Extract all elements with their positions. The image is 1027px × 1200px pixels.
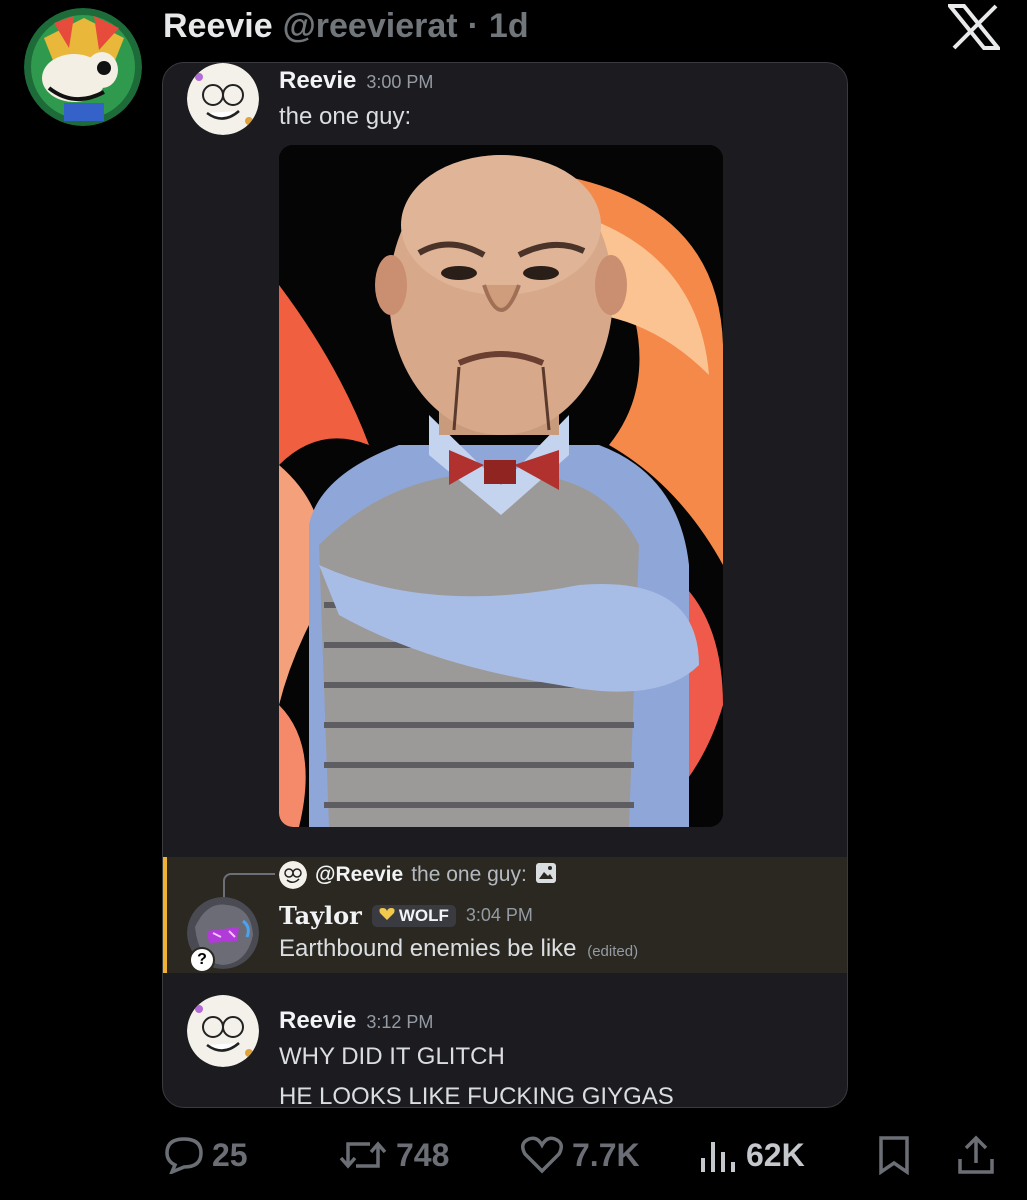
author-display-name[interactable]: Reevie: [163, 7, 273, 46]
repost-icon: [338, 1136, 388, 1174]
share-button[interactable]: [956, 1130, 996, 1180]
message-header: Reevie 3:00 PM: [279, 67, 433, 95]
message-timestamp: 3:12 PM: [366, 1012, 434, 1032]
reevie-avatar: [187, 63, 259, 135]
like-button[interactable]: 7.7K: [520, 1130, 640, 1180]
repost-count: 748: [396, 1136, 450, 1173]
reply-message-highlight[interactable]: @Reevie the one guy: ? Taylor WOLF 3:04 …: [163, 857, 847, 973]
message-text-line-2: HE LOOKS LIKE FUCKING GIYGAS: [279, 1083, 674, 1108]
image-attachment-icon: [535, 862, 557, 889]
question-badge: ?: [189, 947, 215, 973]
reply-text: Earthbound enemies be like: [279, 935, 577, 962]
views-count: 62K: [746, 1136, 805, 1173]
author-avatar[interactable]: [24, 8, 142, 126]
like-count: 7.7K: [572, 1136, 640, 1173]
server-tag[interactable]: WOLF: [371, 904, 456, 927]
views-button[interactable]: 62K: [698, 1130, 805, 1180]
repost-button[interactable]: 748: [338, 1130, 449, 1180]
tweet-header: Reevie @reevierat · 1d: [163, 4, 529, 48]
separator-dot: ·: [467, 6, 479, 45]
message-author[interactable]: Reevie: [279, 67, 356, 95]
attached-image[interactable]: [279, 145, 723, 827]
tweet-age[interactable]: 1d: [489, 7, 529, 46]
share-icon: [956, 1135, 996, 1175]
like-icon: [520, 1135, 564, 1175]
reply-count: 25: [212, 1136, 248, 1173]
author-handle[interactable]: @reevierat: [283, 7, 458, 46]
message-author[interactable]: Reevie: [279, 1007, 356, 1035]
reply-snippet: the one guy:: [411, 863, 527, 886]
reply-connector-line: [223, 873, 275, 899]
question-badge-text: ?: [197, 951, 207, 968]
bookmark-button[interactable]: [876, 1130, 912, 1180]
reevie-avatar: [187, 995, 259, 1067]
message-header: Reevie 3:12 PM: [279, 1007, 433, 1035]
message-text: the one guy:: [279, 103, 412, 130]
x-logo-icon[interactable]: [945, 3, 1003, 50]
reply-author[interactable]: Taylor: [279, 901, 362, 930]
reply-reference-avatar: [279, 861, 307, 889]
heart-tag-icon: [379, 906, 395, 926]
reply-button[interactable]: 25: [164, 1130, 248, 1180]
views-icon: [698, 1136, 738, 1174]
message-text-line-1: WHY DID IT GLITCH: [279, 1043, 505, 1070]
bookmark-icon: [876, 1135, 912, 1175]
server-tag-label: WOLF: [398, 905, 449, 925]
reply-icon: [164, 1136, 204, 1174]
message-timestamp: 3:00 PM: [366, 72, 434, 92]
tweet-action-bar: 25 748 7.7K 62K: [0, 1130, 1027, 1180]
reply-reference[interactable]: @Reevie the one guy:: [279, 861, 557, 889]
reply-mention[interactable]: @Reevie: [315, 863, 403, 887]
discord-screenshot-card[interactable]: Reevie 3:00 PM the one guy: @Reevie the …: [162, 62, 848, 1108]
reply-timestamp: 3:04 PM: [465, 905, 533, 925]
reply-text-line: Earthbound enemies be like (edited): [279, 935, 638, 963]
edited-label: (edited): [587, 943, 639, 960]
reply-header: Taylor WOLF 3:04 PM: [279, 901, 533, 930]
